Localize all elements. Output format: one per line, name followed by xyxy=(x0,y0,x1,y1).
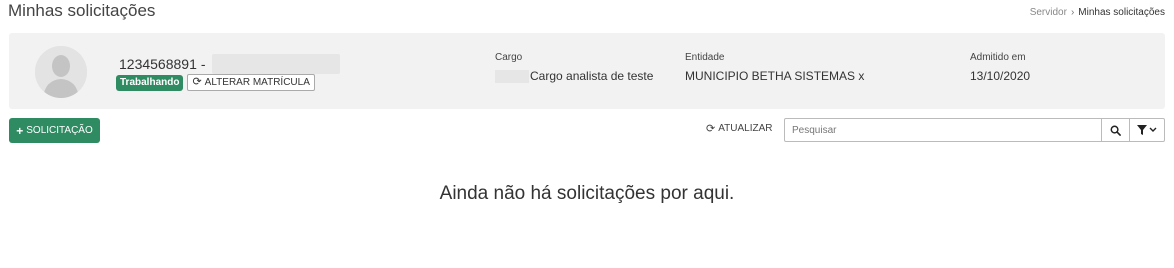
breadcrumb-separator-icon: › xyxy=(1070,7,1075,18)
registration-line: 1234568891 - xyxy=(119,54,340,74)
page-title: Minhas solicitações xyxy=(8,1,156,20)
add-request-label: SOLICITAÇÃO xyxy=(26,125,93,136)
refresh-icon: ⟳ xyxy=(192,76,202,88)
entidade-info: Entidade MUNICIPIO BETHA SISTEMAS x xyxy=(685,52,864,83)
refresh-label: ATUALIZAR xyxy=(718,123,773,134)
cargo-label: Cargo xyxy=(495,52,523,63)
admitido-label: Admitido em xyxy=(970,52,1026,63)
alter-registration-label: ALTERAR MATRÍCULA xyxy=(204,77,310,88)
filter-button[interactable] xyxy=(1129,118,1165,142)
add-request-button[interactable]: + SOLICITAÇÃO xyxy=(9,118,100,143)
redacted-name xyxy=(211,54,340,74)
admitido-info: Admitido em 13/10/2020 xyxy=(970,52,1030,83)
registration-number: 1234568891 xyxy=(119,56,197,72)
alter-registration-button[interactable]: ⟳ ALTERAR MATRÍCULA xyxy=(187,74,315,91)
breadcrumb-current: Minhas solicitações xyxy=(1078,7,1165,18)
chevron-down-icon xyxy=(1149,127,1157,132)
status-badge: Trabalhando xyxy=(116,74,184,91)
search-icon xyxy=(1110,125,1121,136)
cargo-info: Cargo Cargo analista de teste xyxy=(495,52,653,83)
breadcrumb-parent[interactable]: Servidor xyxy=(1030,7,1067,18)
refresh-button[interactable]: ⟳ ATUALIZAR xyxy=(706,122,773,135)
cargo-value: Cargo analista de teste xyxy=(530,69,654,83)
avatar xyxy=(35,46,87,98)
empty-state-message: Ainda não há solicitações por aqui. xyxy=(439,183,735,204)
redacted-cargo-prefix xyxy=(495,69,529,83)
plus-icon: + xyxy=(16,123,24,138)
entidade-value: MUNICIPIO BETHA SISTEMAS x xyxy=(685,69,865,83)
entidade-label: Entidade xyxy=(685,52,725,63)
breadcrumb: Servidor › Minhas solicitações xyxy=(1030,7,1165,18)
employee-panel: 1234568891 - Trabalhando ⟳ ALTERAR MATRÍ… xyxy=(9,33,1165,109)
user-silhouette-icon xyxy=(35,46,87,98)
registration-separator: - xyxy=(200,56,206,72)
admitido-value: 13/10/2020 xyxy=(970,69,1031,83)
search-button[interactable] xyxy=(1101,118,1130,142)
search-input[interactable] xyxy=(784,118,1102,142)
filter-icon xyxy=(1137,125,1147,135)
refresh-icon: ⟳ xyxy=(706,123,716,135)
